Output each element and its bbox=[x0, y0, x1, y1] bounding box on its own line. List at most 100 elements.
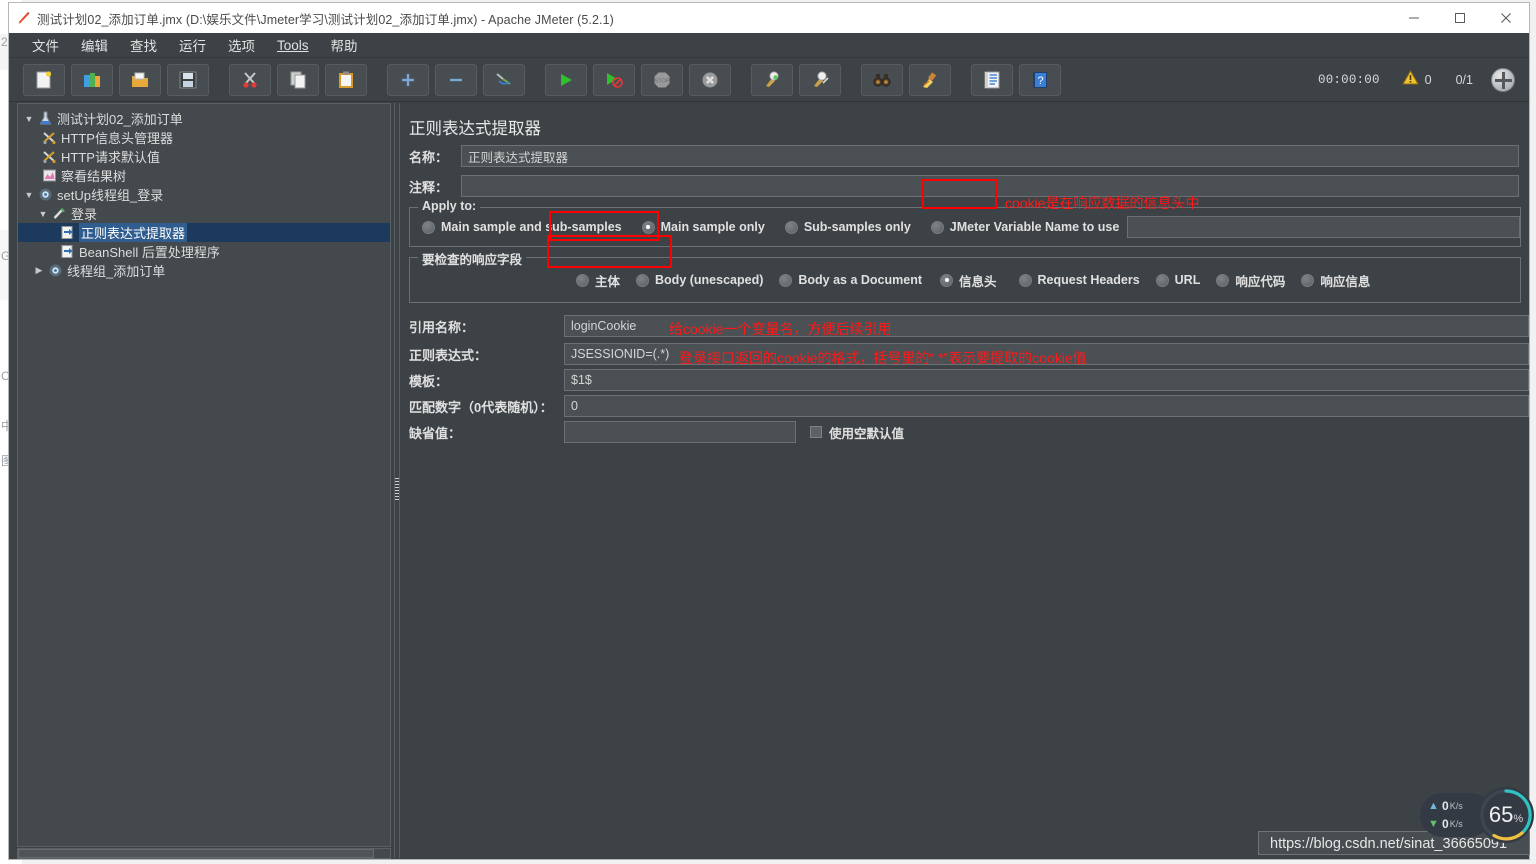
title-bar: 测试计划02_添加订单.jmx (D:\娱乐文件\Jmeter学习\测试计划02… bbox=[9, 3, 1529, 33]
tree-node-label: HTTP信息头管理器 bbox=[61, 131, 173, 146]
radio-body[interactable]: 主体 bbox=[576, 271, 620, 290]
template-input[interactable]: $1$ bbox=[564, 369, 1529, 391]
radio-headers[interactable]: 信息头 bbox=[940, 271, 997, 290]
match-number-input[interactable]: 0 bbox=[564, 395, 1529, 417]
response-field-title: 要检查的响应字段 bbox=[418, 249, 527, 268]
splitter-grip[interactable] bbox=[395, 478, 399, 500]
copy-button[interactable] bbox=[277, 63, 319, 96]
screen-root: 2 G C 中 图 测试计划02_添加订单.jmx (D:\娱乐文件\Jmete… bbox=[0, 0, 1536, 864]
menu-help[interactable]: 帮助 bbox=[320, 33, 369, 57]
name-input[interactable]: 正则表达式提取器 bbox=[461, 145, 1519, 167]
menu-run[interactable]: 运行 bbox=[168, 33, 217, 57]
shutdown-button[interactable] bbox=[689, 63, 731, 96]
watermark-url: https://blog.csdn.net/sinat_36665091 bbox=[1270, 836, 1508, 852]
radio-response-message[interactable]: 响应信息 bbox=[1301, 271, 1370, 290]
radio-body-document[interactable]: Body as a Document bbox=[779, 273, 922, 287]
tree-node-setup-thread-group[interactable]: ▼ setUp线程组_登录 bbox=[18, 185, 390, 204]
scrollbar-thumb[interactable] bbox=[18, 849, 374, 858]
paste-button[interactable] bbox=[325, 63, 367, 96]
radio-dot-icon bbox=[784, 220, 798, 234]
bg-ghost-glyph-0: 2 bbox=[1, 35, 8, 49]
clear-all-button[interactable] bbox=[799, 63, 841, 96]
twisty-icon[interactable]: ▼ bbox=[22, 114, 36, 124]
template-label: 模板： bbox=[409, 373, 449, 389]
collapse-all-button[interactable] bbox=[435, 63, 477, 96]
reference-name-row: 引用名称： loginCookie bbox=[409, 315, 1529, 337]
tree-node-view-results-tree[interactable]: 察看结果树 bbox=[18, 166, 390, 185]
radio-dot-icon bbox=[1018, 273, 1032, 287]
stop-button[interactable]: STOP bbox=[641, 63, 683, 96]
twisty-icon[interactable]: ▶ bbox=[32, 265, 46, 276]
svg-text:?: ? bbox=[1037, 75, 1043, 87]
menu-file[interactable]: 文件 bbox=[21, 33, 70, 57]
search-button[interactable] bbox=[861, 63, 903, 96]
tree-horizontal-scrollbar[interactable] bbox=[17, 848, 391, 859]
tree-node-label: 正则表达式提取器 bbox=[79, 223, 188, 242]
twisty-icon[interactable]: ▼ bbox=[22, 190, 36, 200]
tree-node-regex-extractor[interactable]: 正则表达式提取器 bbox=[18, 223, 390, 242]
http-defaults-icon bbox=[40, 149, 58, 165]
tree-node-test-plan[interactable]: ▼ 测试计划02_添加订单 bbox=[18, 109, 390, 128]
tree-node-label: setUp线程组_登录 bbox=[57, 188, 164, 203]
radio-dot-icon bbox=[1301, 273, 1315, 287]
apply-to-group: Apply to: Main sample and sub-samples Ma… bbox=[409, 199, 1521, 247]
comment-input[interactable] bbox=[461, 175, 1519, 197]
save-button[interactable] bbox=[167, 63, 209, 96]
empty-default-checkbox[interactable]: 使用空默认值 bbox=[810, 423, 904, 442]
radio-label: 信息头 bbox=[959, 274, 997, 289]
menu-search[interactable]: 查找 bbox=[119, 33, 168, 57]
panel-splitter[interactable] bbox=[392, 103, 401, 858]
regex-label: 正则表达式： bbox=[409, 347, 488, 363]
tree-node-label: 测试计划02_添加订单 bbox=[57, 112, 183, 127]
arrow-up-icon: ▲ bbox=[1428, 800, 1439, 812]
warning-count: 0 bbox=[1424, 72, 1432, 87]
remote-engines-icon[interactable] bbox=[1491, 67, 1515, 92]
cpu-gauge-widget[interactable]: 65 % bbox=[1478, 787, 1534, 843]
radio-label: 主体 bbox=[595, 274, 621, 289]
start-no-pauses-button[interactable] bbox=[593, 63, 635, 96]
templates-button[interactable] bbox=[71, 63, 113, 96]
twisty-icon[interactable]: ▼ bbox=[36, 209, 50, 219]
tree-node-beanshell-postprocessor[interactable]: BeanShell 后置处理程序 bbox=[18, 242, 390, 261]
gauge-unit: % bbox=[1513, 813, 1524, 825]
start-button[interactable] bbox=[545, 63, 587, 96]
upload-speed-unit: K/s bbox=[1449, 801, 1463, 811]
help-button[interactable]: ? bbox=[1019, 63, 1061, 96]
tree-node-login-sampler[interactable]: ▼ 登录 bbox=[18, 204, 390, 223]
window-title: 测试计划02_添加订单.jmx (D:\娱乐文件\Jmeter学习\测试计划02… bbox=[37, 12, 614, 27]
radio-jmeter-variable[interactable]: JMeter Variable Name to use bbox=[930, 220, 1119, 234]
radio-url[interactable]: URL bbox=[1155, 273, 1200, 287]
new-button[interactable] bbox=[23, 63, 65, 96]
radio-sub-only[interactable]: Sub-samples only bbox=[784, 220, 911, 234]
menu-edit[interactable]: 编辑 bbox=[70, 33, 119, 57]
radio-label: Sub-samples only bbox=[803, 220, 911, 234]
radio-body-unescaped[interactable]: Body (unescaped) bbox=[636, 273, 763, 287]
radio-response-code[interactable]: 响应代码 bbox=[1216, 271, 1285, 290]
tree-node-http-header-manager[interactable]: HTTP信息头管理器 bbox=[18, 128, 390, 147]
function-helper-button[interactable] bbox=[971, 63, 1013, 96]
menu-tools[interactable]: Tools bbox=[266, 36, 320, 55]
reset-search-button[interactable] bbox=[909, 63, 951, 96]
menu-options[interactable]: 选项 bbox=[217, 33, 266, 57]
radio-main-and-sub[interactable]: Main sample and sub-samples bbox=[422, 220, 622, 234]
maximize-button[interactable] bbox=[1437, 3, 1483, 33]
open-button[interactable] bbox=[119, 63, 161, 96]
toggle-button[interactable] bbox=[483, 63, 525, 96]
tree-node-thread-group-add-order[interactable]: ▶ 线程组_添加订单 bbox=[18, 261, 390, 280]
radio-main-only[interactable]: Main sample only bbox=[641, 220, 765, 234]
tree-node-http-defaults[interactable]: HTTP请求默认值 bbox=[18, 147, 390, 166]
clear-button[interactable] bbox=[751, 63, 793, 96]
warning-triangle-icon[interactable] bbox=[1401, 69, 1419, 89]
expand-all-button[interactable] bbox=[387, 63, 429, 96]
radio-request-headers[interactable]: Request Headers bbox=[1018, 273, 1140, 287]
match-number-row: 匹配数字（0代表随机）： 0 bbox=[409, 395, 1529, 417]
close-button[interactable] bbox=[1483, 3, 1529, 33]
test-plan-tree[interactable]: ▼ 测试计划02_添加订单 HTTP信息头管理器 HTTP请求默认值 察看结果树… bbox=[17, 103, 391, 847]
cut-button[interactable] bbox=[229, 63, 271, 96]
radio-dot-icon bbox=[576, 273, 589, 287]
jmeter-variable-input[interactable] bbox=[1127, 216, 1520, 238]
svg-text:STOP: STOP bbox=[655, 78, 670, 84]
minimize-button[interactable] bbox=[1391, 3, 1437, 33]
default-value-input[interactable] bbox=[564, 421, 796, 443]
test-plan-flask-icon bbox=[36, 111, 54, 127]
